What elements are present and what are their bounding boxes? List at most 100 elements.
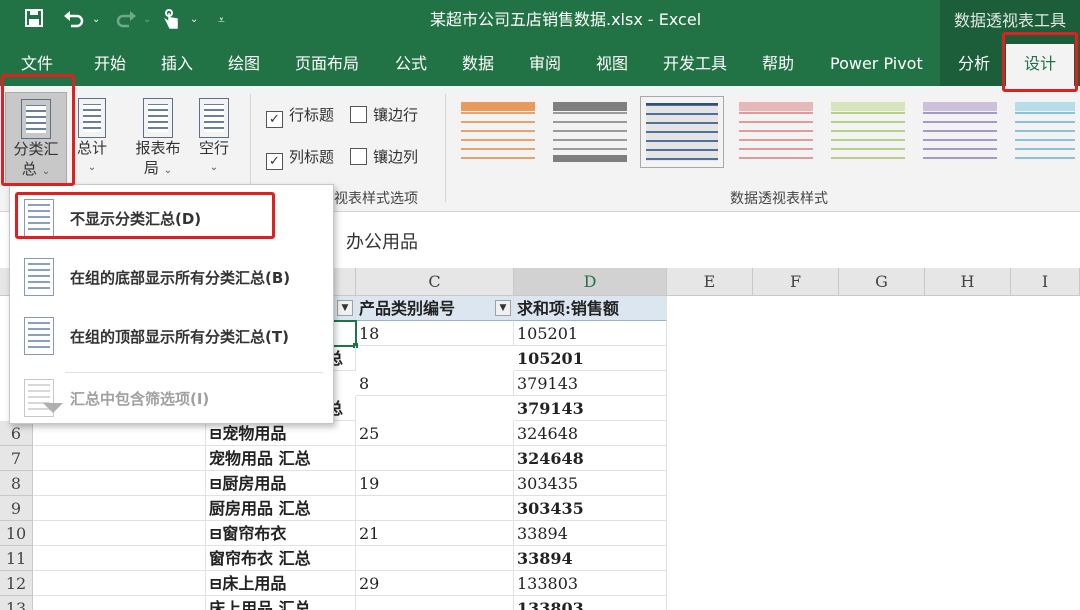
cell-d-row5[interactable]: 105201 [514,346,667,371]
cell-c-row6[interactable]: 8 [356,371,514,396]
cell-c-row4[interactable]: 18 [356,321,514,346]
col-headers-checkbox[interactable]: ✓ 列标题 [266,146,334,170]
cell-d-row9[interactable]: 303435 [514,496,667,521]
cell-c-row13[interactable] [356,596,514,610]
tab-page-layout[interactable]: 页面布局 [295,42,359,86]
menu-item-bottom-subtotals[interactable]: 在组的底部显示所有分类汇总(B) [10,248,333,306]
redo-dropdown-icon[interactable]: ⌄ [143,8,151,32]
cell-a-row12[interactable] [33,571,206,596]
cell-d-row4[interactable]: 105201 [514,321,667,346]
tab-analyze[interactable]: 分析 [958,42,990,86]
cell-a-row11[interactable] [33,546,206,571]
pivot-style-orange[interactable] [456,96,540,168]
cell-a-row7[interactable] [33,446,206,471]
row-header-13[interactable]: 13 [0,596,33,610]
row-header-9[interactable]: 9 [0,496,33,521]
cell-c-row9[interactable] [356,496,514,521]
menu-item-top-subtotals[interactable]: 在组的顶部显示所有分类汇总(T) [10,307,333,365]
tab-home[interactable]: 开始 [94,42,126,86]
grand-totals-button[interactable]: 总计 ⌄ [72,92,112,184]
cell-d-row10[interactable]: 33894 [514,521,667,546]
cell-d-row6[interactable]: 379143 [514,371,667,396]
pivot-style-green[interactable] [826,96,910,168]
tab-power-pivot[interactable]: Power Pivot [830,42,923,86]
banded-cols-checkbox[interactable]: 镶边列 [350,146,418,168]
pivot-style-teal[interactable] [1010,96,1080,168]
tab-review[interactable]: 审阅 [529,42,561,86]
cell-c-row8[interactable]: 19 [356,471,514,496]
report-layout-button[interactable]: 报表布 局 ⌄ [130,92,186,184]
row-header-11[interactable]: 11 [0,546,33,571]
cell-d-row12[interactable]: 133803 [514,571,667,596]
column-header-d[interactable]: D [514,268,667,296]
style-options-group-label: 视表样式选项 [334,191,418,207]
column-header-c[interactable]: C [356,268,514,296]
row-headers-checkbox[interactable]: ✓ 行标题 [266,104,334,128]
pivot-style-gray[interactable] [548,96,632,168]
filter-dropdown-icon[interactable]: ▼ [495,300,511,316]
tab-help[interactable]: 帮助 [762,42,794,86]
cell-c-row12[interactable]: 29 [356,571,514,596]
blank-rows-icon [199,98,229,138]
cell-a-row9[interactable] [33,496,206,521]
pivot-header-d[interactable]: 求和项:销售额 [514,296,667,321]
touch-mode-icon[interactable] [162,8,180,37]
tab-insert[interactable]: 插入 [161,42,193,86]
row-headers-label: 行标题 [289,106,335,124]
customize-qat-icon[interactable]: ⩡ [218,8,225,32]
blank-rows-button[interactable]: 空行 ⌄ [192,92,236,184]
cell-b-row12[interactable]: ⊟床上用品 [206,571,356,596]
cell-b-row13[interactable]: 床上用品 汇总 [206,596,356,610]
pivot-style-purple[interactable] [918,96,1002,168]
cell-b-row8[interactable]: ⊟厨房用品 [206,471,356,496]
pivot-style-red[interactable] [734,96,818,168]
pivot-header-c[interactable]: 产品类别编号 ▼ [356,296,514,321]
tab-data[interactable]: 数据 [462,42,494,86]
row-header-10[interactable]: 10 [0,521,33,546]
cell-b-row10[interactable]: ⊟窗帘布衣 [206,521,356,546]
cell-c-row10[interactable]: 21 [356,521,514,546]
cell-b-row7b[interactable]: 宠物用品 汇总 [206,446,356,471]
cell-d-row6b[interactable]: 324648 [514,421,667,446]
row-header-7[interactable]: 7 [0,446,33,471]
cell-d-row11[interactable]: 33894 [514,546,667,571]
menu-item-include-filtered-label: 汇总中包含筛选项(I) [70,390,210,408]
undo-icon[interactable] [62,8,88,35]
pivot-style-blue-selected[interactable] [640,96,724,168]
touch-dropdown-icon[interactable]: ⌄ [190,8,198,32]
save-icon[interactable] [24,8,44,35]
blank-rows-label: 空行 [198,139,229,157]
cell-b-row11[interactable]: 窗帘布衣 汇总 [206,546,356,571]
cell-a-row13[interactable] [33,596,206,610]
column-header-g[interactable]: G [839,268,925,296]
chevron-down-icon: ⌄ [209,162,219,173]
banded-rows-label: 镶边行 [373,106,419,124]
cell-a-row10[interactable] [33,521,206,546]
row-header-12[interactable]: 12 [0,571,33,596]
banded-cols-label: 镶边列 [373,148,419,166]
column-header-e[interactable]: E [667,268,753,296]
cell-c-row11[interactable] [356,546,514,571]
funnel-icon [43,403,63,413]
tab-draw[interactable]: 绘图 [228,42,260,86]
cell-d-row13[interactable]: 133803 [514,596,667,610]
row-header-8[interactable]: 8 [0,471,33,496]
column-header-f[interactable]: F [753,268,839,296]
column-header-h[interactable]: H [925,268,1011,296]
undo-dropdown-icon[interactable]: ⌄ [92,8,100,32]
column-header-i[interactable]: I [1011,268,1080,296]
cell-d-row7[interactable]: 379143 [514,396,667,421]
cell-a-row8[interactable] [33,471,206,496]
tab-formulas[interactable]: 公式 [395,42,427,86]
redo-icon[interactable] [112,8,138,35]
cell-d-row8[interactable]: 303435 [514,471,667,496]
cell-c-row7b[interactable] [356,446,514,471]
empty-checkbox-icon [350,106,367,123]
cell-d-row7b[interactable]: 324648 [514,446,667,471]
banded-rows-checkbox[interactable]: 镶边行 [350,104,418,126]
cell-b-row9[interactable]: 厨房用品 汇总 [206,496,356,521]
tab-view[interactable]: 视图 [596,42,628,86]
filter-dropdown-icon[interactable]: ▼ [337,300,353,316]
tab-developer[interactable]: 开发工具 [663,42,727,86]
cell-c-row6b[interactable]: 25 [356,421,514,446]
